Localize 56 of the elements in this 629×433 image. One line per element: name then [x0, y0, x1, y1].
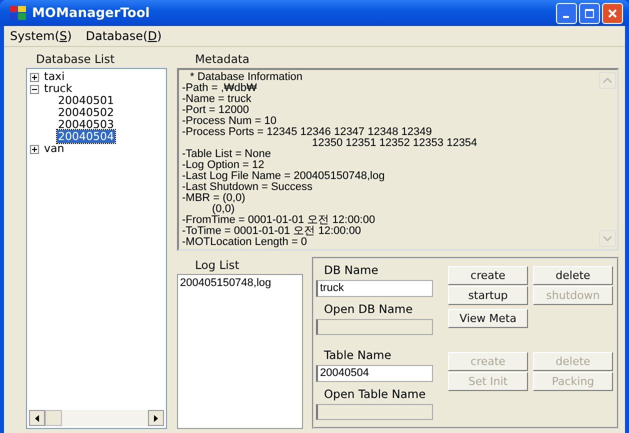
maximize-icon: [585, 8, 594, 18]
field-label: Open Table Name: [323, 386, 427, 402]
open-table-name-field[interactable]: [316, 404, 433, 420]
view-meta-button[interactable]: View Meta: [448, 309, 528, 328]
db-action-button[interactable]: startup: [448, 286, 528, 305]
log-list-item[interactable]: 200405150748,log: [180, 277, 272, 289]
menu-item[interactable]: Database(D): [86, 29, 162, 43]
db-action-button[interactable]: delete: [533, 266, 613, 285]
minus-icon[interactable]: [30, 84, 39, 94]
scroll-thumb[interactable]: [45, 410, 62, 426]
metadata-line: -Last Log File Name = 200405150748,log: [182, 170, 385, 182]
minimize-button[interactable]: [556, 2, 577, 24]
db-action-button[interactable]: create: [448, 266, 528, 285]
metadata-line: 12350 12351 12352 12353 12354: [312, 137, 478, 149]
tree-node[interactable]: 20040504: [57, 130, 115, 143]
db-name-field[interactable]: truck: [316, 280, 433, 296]
metadata-line: -FromTime = 0001-01-01 오전 12:00:00: [182, 214, 376, 226]
field-label: Open DB Name: [323, 300, 414, 318]
metadata-line: -MBR = (0,0): [182, 192, 246, 204]
metadata-line: -Path = ,₩db₩: [182, 82, 257, 94]
scroll-left-icon[interactable]: [35, 414, 39, 422]
plus-icon[interactable]: [30, 72, 39, 82]
maximize-button[interactable]: [579, 2, 600, 24]
tree-node[interactable]: van: [43, 143, 66, 155]
metadata-line: -Process Ports = 12345 12346 12347 12348 12349: [182, 126, 432, 138]
metadata-line: -MOTLocation Length = 0: [182, 236, 308, 248]
metadata-line: -Process Num = 10: [182, 115, 276, 127]
metadata-line: * Database Information: [190, 71, 303, 83]
app-icon: [10, 6, 26, 20]
plus-icon[interactable]: [30, 144, 39, 154]
panel-label: Database List: [35, 51, 116, 68]
tree-node[interactable]: 20040501: [57, 94, 115, 107]
minimize-icon: [562, 16, 568, 18]
tree-node[interactable]: 20040502: [57, 106, 115, 119]
close-icon: [608, 8, 617, 18]
panel-label: Metadata: [194, 51, 250, 68]
field-label: DB Name: [323, 262, 380, 279]
menu-item[interactable]: System(S): [10, 29, 72, 43]
panel-label: Log List: [194, 257, 240, 274]
scroll-right-icon[interactable]: [154, 414, 158, 422]
metadata-line: -Log Option = 12: [182, 159, 264, 171]
metadata-line: -Name = truck: [182, 93, 252, 105]
close-button[interactable]: [602, 2, 623, 24]
metadata-line: -Port = 12000: [182, 104, 249, 116]
field-label: Table Name: [323, 347, 392, 364]
metadata-line: -ToTime = 0001-01-01 오전 12:00:00: [182, 225, 362, 237]
window-title: MOManagerTool: [32, 6, 150, 20]
horizontal-scrollbar[interactable]: [29, 410, 164, 426]
table-name-field[interactable]: 20040504: [316, 365, 433, 382]
tree-node[interactable]: 20040503: [57, 118, 115, 131]
metadata-line: -Last Shutdown = Success: [182, 181, 313, 193]
tree-node[interactable]: truck: [43, 83, 74, 95]
tree-node[interactable]: taxi: [43, 71, 66, 83]
open-db-name-field[interactable]: [316, 318, 433, 335]
metadata-line: (0,0): [212, 203, 235, 215]
metadata-line: -Table List = None: [182, 148, 271, 160]
